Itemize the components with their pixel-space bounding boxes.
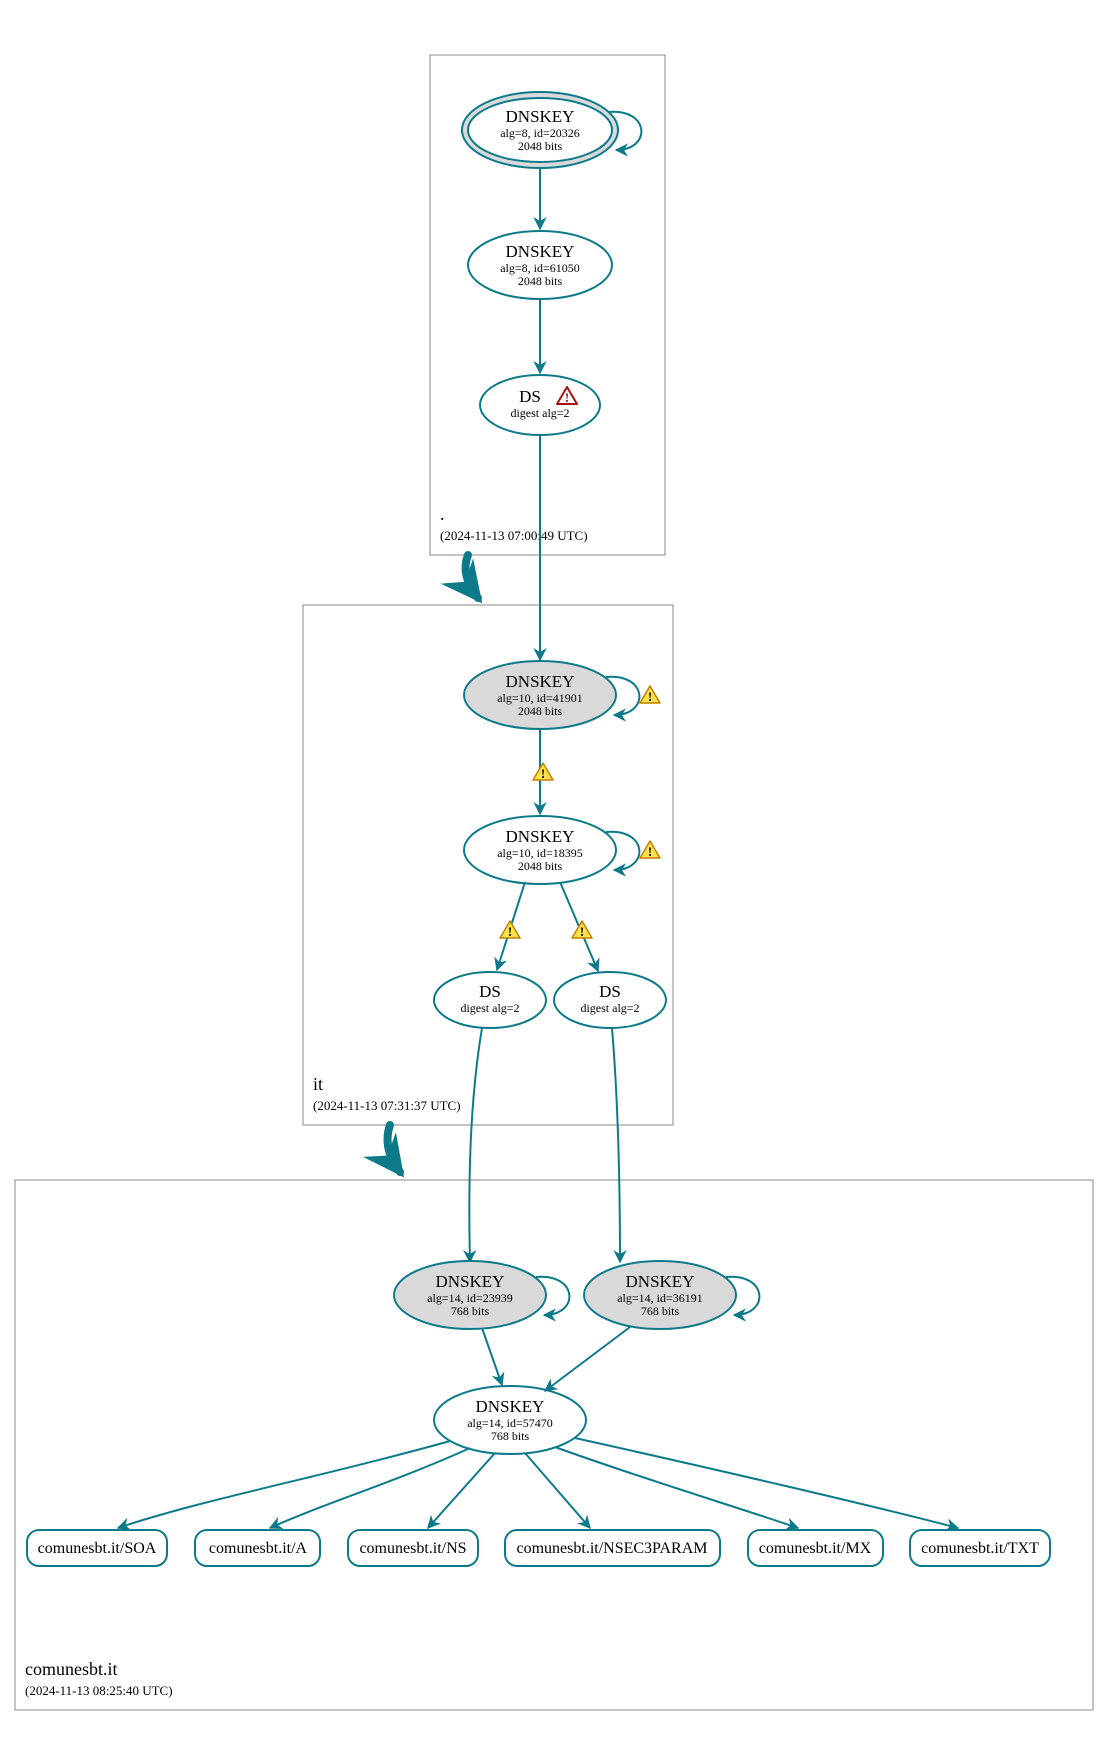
svg-text:comunesbt.it/MX: comunesbt.it/MX — [759, 1540, 872, 1557]
edge-zsk-to-soa — [118, 1441, 450, 1528]
rr-txt[interactable]: comunesbt.it/TXT — [910, 1530, 1050, 1566]
node-root-zsk[interactable]: DNSKEY alg=8, id=61050 2048 bits — [468, 231, 612, 299]
svg-text:comunesbt.it/A: comunesbt.it/A — [209, 1540, 308, 1557]
svg-text:alg=10, id=41901: alg=10, id=41901 — [497, 691, 583, 705]
zone-leaf: comunesbt.it (2024-11-13 08:25:40 UTC) D… — [15, 1028, 1093, 1710]
zone-root: . (2024-11-13 07:00:49 UTC) DNSKEY alg=8… — [430, 55, 665, 555]
svg-text:2048 bits: 2048 bits — [518, 859, 563, 873]
dnssec-chain-diagram: . (2024-11-13 07:00:49 UTC) DNSKEY alg=8… — [0, 0, 1108, 1742]
node-it-ds1[interactable]: DS digest alg=2 — [434, 972, 546, 1028]
zone-transition-it-to-leaf — [388, 1125, 400, 1172]
zone-root-name: . — [440, 504, 445, 524]
svg-text:comunesbt.it/NSEC3PARAM: comunesbt.it/NSEC3PARAM — [517, 1540, 708, 1557]
svg-text:2048 bits: 2048 bits — [518, 704, 563, 718]
svg-text:DNSKEY: DNSKEY — [626, 1272, 695, 1291]
edge-zsk-to-txt — [575, 1438, 958, 1528]
node-root-ksk[interactable]: DNSKEY alg=8, id=20326 2048 bits — [462, 92, 618, 168]
svg-text:2048 bits: 2048 bits — [518, 139, 563, 153]
rr-mx[interactable]: comunesbt.it/MX — [748, 1530, 883, 1566]
warning-icon: ! — [572, 921, 592, 939]
svg-text:alg=14, id=57470: alg=14, id=57470 — [467, 1416, 553, 1430]
svg-text:alg=10, id=18395: alg=10, id=18395 — [497, 846, 583, 860]
edge-zsk-to-nsec3 — [525, 1453, 590, 1528]
svg-text:alg=8, id=61050: alg=8, id=61050 — [500, 261, 580, 275]
svg-text:!: ! — [648, 844, 652, 859]
svg-text:alg=14, id=23939: alg=14, id=23939 — [427, 1291, 513, 1305]
warning-icon: ! — [640, 686, 660, 704]
svg-text:!: ! — [541, 766, 545, 781]
svg-text:alg=14, id=36191: alg=14, id=36191 — [617, 1291, 703, 1305]
node-root-ds[interactable]: DS digest alg=2 ! — [480, 375, 600, 435]
svg-text:digest alg=2: digest alg=2 — [460, 1001, 519, 1015]
rr-ns[interactable]: comunesbt.it/NS — [348, 1530, 478, 1566]
svg-text:alg=8, id=20326: alg=8, id=20326 — [500, 126, 580, 140]
node-it-ds2[interactable]: DS digest alg=2 — [554, 972, 666, 1028]
edge-leaf-ksk2-to-zsk — [545, 1327, 630, 1391]
edge-it-ds1-to-leaf-ksk1 — [469, 1028, 482, 1262]
node-leaf-ksk1[interactable]: DNSKEY alg=14, id=23939 768 bits — [394, 1261, 546, 1329]
svg-text:DNSKEY: DNSKEY — [506, 672, 575, 691]
warning-icon: ! — [533, 763, 553, 781]
svg-text:digest alg=2: digest alg=2 — [510, 406, 569, 420]
svg-text:768 bits: 768 bits — [491, 1429, 530, 1443]
node-leaf-ksk2[interactable]: DNSKEY alg=14, id=36191 768 bits — [584, 1261, 736, 1329]
svg-text:DS: DS — [479, 982, 501, 1001]
zone-transition-root-to-it — [466, 555, 478, 598]
rr-soa[interactable]: comunesbt.it/SOA — [27, 1530, 167, 1566]
svg-text:768 bits: 768 bits — [641, 1304, 680, 1318]
svg-text:DNSKEY: DNSKEY — [506, 107, 575, 126]
edge-it-ds2-to-leaf-ksk2 — [612, 1028, 620, 1262]
edge-leaf-ksk1-to-zsk — [482, 1328, 502, 1385]
svg-text:!: ! — [565, 390, 569, 405]
svg-text:comunesbt.it/NS: comunesbt.it/NS — [359, 1540, 466, 1557]
rr-nsec3[interactable]: comunesbt.it/NSEC3PARAM — [505, 1530, 720, 1566]
svg-text:DNSKEY: DNSKEY — [436, 1272, 505, 1291]
zone-leaf-timestamp: (2024-11-13 08:25:40 UTC) — [25, 1683, 173, 1698]
zone-it-timestamp: (2024-11-13 07:31:37 UTC) — [313, 1098, 461, 1113]
zone-it-name: it — [313, 1074, 323, 1094]
node-it-zsk[interactable]: DNSKEY alg=10, id=18395 2048 bits — [464, 816, 616, 884]
svg-text:2048 bits: 2048 bits — [518, 274, 563, 288]
edge-zsk-to-mx — [555, 1447, 798, 1528]
warning-icon: ! — [500, 921, 520, 939]
rr-a[interactable]: comunesbt.it/A — [195, 1530, 320, 1566]
svg-text:comunesbt.it/SOA: comunesbt.it/SOA — [38, 1540, 157, 1557]
zone-leaf-name: comunesbt.it — [25, 1659, 118, 1679]
svg-text:comunesbt.it/TXT: comunesbt.it/TXT — [921, 1540, 1039, 1557]
svg-text:DS: DS — [519, 387, 541, 406]
svg-text:!: ! — [508, 924, 512, 939]
svg-text:!: ! — [580, 924, 584, 939]
svg-text:DNSKEY: DNSKEY — [506, 827, 575, 846]
warning-icon: ! — [640, 841, 660, 859]
node-leaf-zsk[interactable]: DNSKEY alg=14, id=57470 768 bits — [434, 1386, 586, 1454]
node-it-ksk[interactable]: DNSKEY alg=10, id=41901 2048 bits — [464, 661, 616, 729]
svg-text:!: ! — [648, 689, 652, 704]
svg-text:DNSKEY: DNSKEY — [506, 242, 575, 261]
edge-zsk-to-ns — [428, 1453, 495, 1528]
svg-text:digest alg=2: digest alg=2 — [580, 1001, 639, 1015]
svg-text:DNSKEY: DNSKEY — [476, 1397, 545, 1416]
svg-text:DS: DS — [599, 982, 621, 1001]
zone-root-timestamp: (2024-11-13 07:00:49 UTC) — [440, 528, 588, 543]
svg-text:768 bits: 768 bits — [451, 1304, 490, 1318]
